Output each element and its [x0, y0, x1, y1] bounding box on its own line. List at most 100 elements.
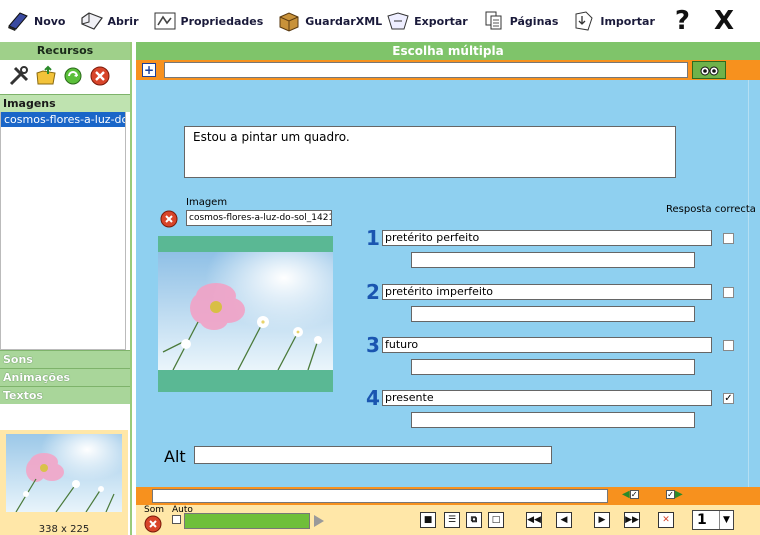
resources-header: Recursos — [0, 42, 130, 60]
remove-image-button[interactable] — [160, 210, 178, 231]
left-arrow-icon: ◀ — [622, 489, 630, 500]
editor-area: Escolha múltipla + Estou a pintar um qua… — [136, 42, 760, 535]
save-xml-button[interactable]: GuardarXML — [277, 6, 382, 36]
pages-button[interactable]: Páginas — [482, 6, 559, 36]
help-button[interactable]: ? — [675, 6, 690, 36]
import-icon — [572, 10, 596, 32]
next-checkbox[interactable]: ✓ — [666, 489, 675, 499]
question-field[interactable]: Estou a pintar um quadro. — [184, 126, 676, 178]
navigation-bar: Som Auto ■ ☰ ⧉ □ ◀◀ ◀ ▶ ▶▶ ✕ 1 ▼ — [136, 505, 760, 535]
open-label: Abrir — [107, 14, 139, 28]
export-button[interactable]: Exportar — [386, 6, 468, 36]
sound-label: Som — [144, 505, 164, 515]
save-box-icon — [277, 10, 301, 32]
correct-answer-label: Resposta correcta — [666, 204, 756, 215]
remove-sound-icon[interactable] — [144, 515, 162, 533]
main-toolbar: Novo Abrir Propriedades GuardarXML Expor… — [0, 0, 760, 42]
import-button[interactable]: Importar — [572, 6, 655, 36]
refresh-icon[interactable] — [62, 65, 84, 90]
last-page-button[interactable]: ▶▶ — [624, 512, 640, 528]
answer-field-3[interactable]: futuro — [382, 337, 712, 353]
correct-checkbox-4[interactable]: ✓ — [723, 393, 734, 404]
thumbnail-image — [6, 434, 122, 512]
image-file-field[interactable]: cosmos-flores-a-luz-do-sol_1421-1 — [186, 210, 332, 226]
answer-number-3: 3 — [366, 333, 380, 357]
page-title: Escolha múltipla — [136, 42, 760, 60]
alt-field[interactable] — [194, 446, 552, 464]
add-button[interactable]: + — [142, 63, 156, 77]
section-animations[interactable]: Animações — [0, 368, 130, 386]
sound-area: Som — [144, 505, 164, 535]
answer-feedback-1[interactable] — [411, 252, 695, 268]
properties-label: Propriedades — [180, 14, 264, 28]
correct-checkbox-3[interactable] — [723, 340, 734, 351]
answer-number-1: 1 — [366, 226, 380, 250]
remove-icon — [160, 210, 178, 228]
save-button[interactable]: ■ — [420, 512, 436, 528]
bottom-field[interactable] — [152, 489, 608, 503]
correct-checkbox-2[interactable] — [723, 287, 734, 298]
new-document-icon — [6, 10, 30, 32]
section-sounds[interactable]: Sons — [0, 350, 130, 368]
answer-field-4[interactable]: presente — [382, 390, 712, 406]
section-images[interactable]: Imagens — [0, 94, 130, 112]
resources-tools — [0, 60, 130, 94]
tools-icon[interactable] — [8, 65, 30, 90]
open-folder-icon — [80, 10, 104, 32]
answer-feedback-3[interactable] — [411, 359, 695, 375]
first-page-button[interactable]: ◀◀ — [526, 512, 542, 528]
answer-number-2: 2 — [366, 280, 380, 304]
chevron-down-icon: ▼ — [719, 511, 733, 529]
properties-icon — [153, 10, 177, 32]
flower-image — [158, 252, 333, 370]
next-page-button[interactable]: ▶ — [594, 512, 610, 528]
resources-panel: Recursos Imagens cosmos-flores-a-luz-do-… — [0, 42, 132, 535]
top-bar: + — [136, 60, 760, 80]
import-label: Importar — [600, 14, 655, 28]
list-button[interactable]: ☰ — [444, 512, 460, 528]
eyes-icon — [700, 66, 719, 76]
pages-label: Páginas — [509, 14, 559, 28]
export-label: Exportar — [414, 14, 468, 28]
thumbnail-area: 338 x 225 — [0, 430, 128, 535]
image-preview — [158, 236, 333, 392]
answer-number-4: 4 — [366, 386, 380, 410]
image-label: Imagem — [186, 197, 228, 208]
new-button[interactable]: Novo — [6, 6, 66, 36]
page-number: 1 — [697, 512, 707, 528]
add-folder-icon[interactable] — [35, 65, 57, 90]
correct-checkbox-1[interactable] — [723, 233, 734, 244]
delete-page-button[interactable]: ✕ — [658, 512, 674, 528]
page-select[interactable]: 1 ▼ — [692, 510, 734, 530]
play-icon[interactable] — [314, 515, 324, 527]
preview-button[interactable] — [692, 61, 726, 79]
save-xml-label: GuardarXML — [305, 14, 383, 28]
section-texts[interactable]: Textos — [0, 386, 130, 404]
next-arrow-group[interactable]: ✓▶ — [666, 489, 683, 500]
new-page-button[interactable]: □ — [488, 512, 504, 528]
prev-page-button[interactable]: ◀ — [556, 512, 572, 528]
thumbnail-size: 338 x 225 — [38, 524, 90, 535]
bottom-bar: ◀✓ ✓▶ — [136, 487, 760, 505]
title-field[interactable] — [164, 62, 688, 78]
open-button[interactable]: Abrir — [80, 6, 139, 36]
resource-item[interactable]: cosmos-flores-a-luz-do-sol_1421-1 — [1, 112, 125, 127]
delete-icon[interactable] — [89, 65, 111, 90]
right-arrow-icon: ▶ — [675, 489, 683, 500]
answer-field-2[interactable]: pretérito imperfeito — [382, 284, 712, 300]
sound-progress[interactable] — [184, 513, 310, 529]
auto-checkbox[interactable] — [172, 515, 181, 524]
resource-list: cosmos-flores-a-luz-do-sol_1421-1 — [0, 112, 126, 350]
properties-button[interactable]: Propriedades — [153, 6, 264, 36]
answer-feedback-2[interactable] — [411, 306, 695, 322]
export-icon — [386, 10, 410, 32]
prev-arrow-group[interactable]: ◀✓ — [622, 489, 639, 500]
new-label: Novo — [34, 14, 66, 28]
close-button[interactable]: X — [714, 6, 734, 36]
vertical-scrollbar[interactable] — [748, 80, 760, 487]
answer-feedback-4[interactable] — [411, 412, 695, 428]
answer-field-1[interactable]: pretérito perfeito — [382, 230, 712, 246]
prev-checkbox[interactable]: ✓ — [629, 489, 639, 499]
duplicate-page-button[interactable]: ⧉ — [466, 512, 482, 528]
pages-icon — [482, 10, 506, 32]
